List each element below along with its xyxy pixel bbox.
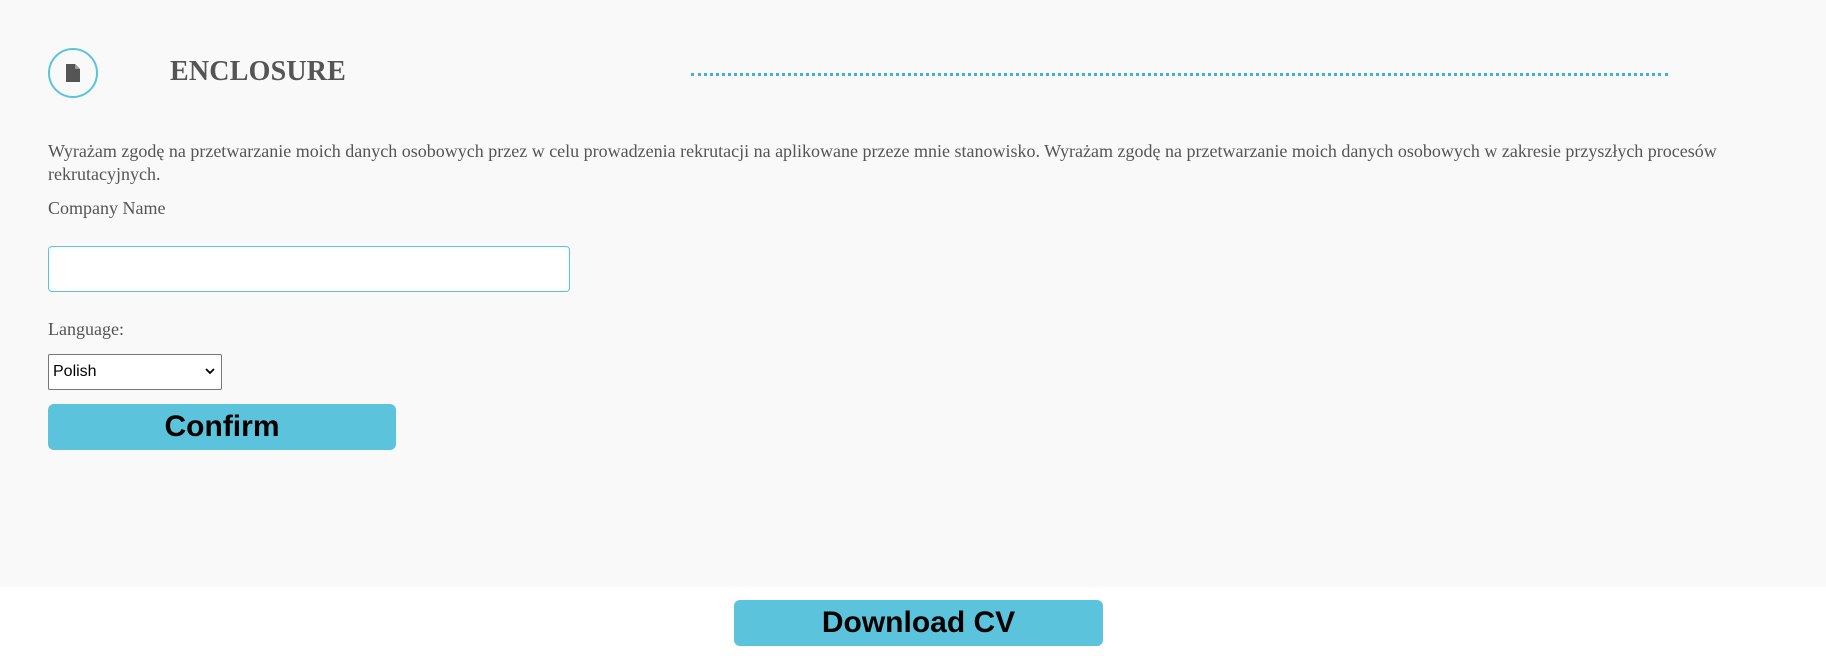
- section-divider: [691, 73, 1668, 76]
- document-icon-glyph: [66, 64, 80, 82]
- company-name-label: Company Name: [48, 198, 166, 218]
- download-cv-button[interactable]: Download CV: [734, 600, 1103, 646]
- confirm-button[interactable]: Confirm: [48, 404, 396, 450]
- document-icon: [48, 48, 98, 98]
- chevron-down-icon: [205, 368, 215, 375]
- company-name-input[interactable]: [48, 246, 570, 292]
- enclosure-section: ENCLOSURE Wyrażam zgodę na przetwarzanie…: [0, 0, 1826, 587]
- section-title: ENCLOSURE: [170, 56, 347, 87]
- consent-text: Wyrażam zgodę na przetwarzanie moich dan…: [48, 141, 1717, 184]
- language-selected-value: Polish: [53, 363, 97, 380]
- language-select[interactable]: Polish: [48, 354, 222, 390]
- language-label: Language:: [48, 319, 124, 339]
